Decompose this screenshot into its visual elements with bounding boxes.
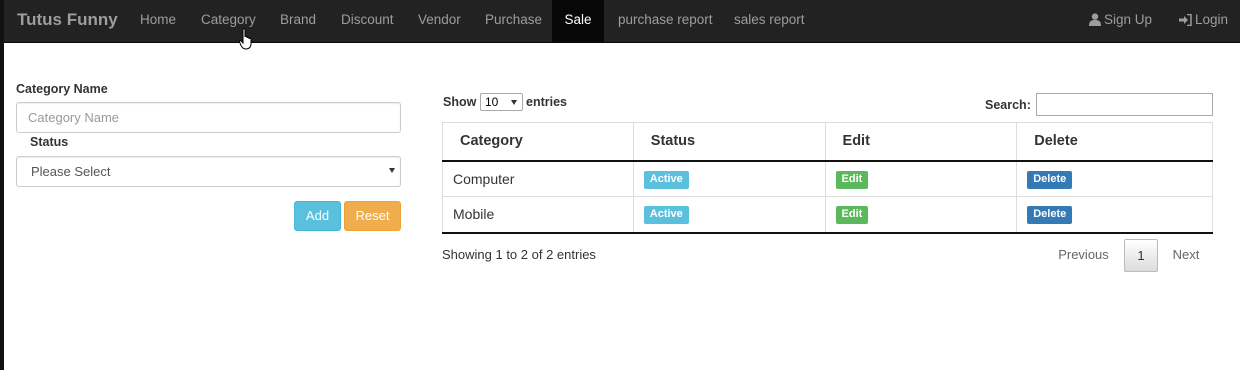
chevron-down-icon [511, 100, 517, 105]
column-header-delete[interactable]: Delete [1016, 122, 1213, 162]
nav-sales-report[interactable]: sales report [734, 0, 805, 42]
pagination-next[interactable]: Next [1163, 239, 1209, 272]
cell-delete: Delete [1016, 160, 1213, 197]
status-select[interactable]: Please Select [16, 156, 401, 187]
edit-button[interactable]: Edit [835, 170, 869, 189]
cell-edit: Edit [824, 196, 1018, 234]
reset-button[interactable]: Reset [344, 201, 401, 231]
nav-brand[interactable]: Brand [280, 0, 316, 42]
table-row: Mobile Active Edit Delete [442, 196, 1213, 234]
cell-category: Computer [442, 160, 634, 197]
nav-vendor[interactable]: Vendor [418, 0, 461, 42]
pagination-previous[interactable]: Previous [1050, 239, 1117, 272]
cell-category: Mobile [442, 196, 634, 234]
signup-label: Sign Up [1104, 12, 1153, 27]
entries-label: entries [526, 95, 567, 109]
delete-button[interactable]: Delete [1027, 170, 1073, 189]
login-icon [1179, 13, 1192, 27]
table-header-row: Category Status Edit Delete [442, 122, 1213, 162]
nav-home[interactable]: Home [140, 0, 176, 42]
hand-cursor-icon [239, 28, 252, 50]
add-button[interactable]: Add [294, 201, 341, 231]
show-label: Show [443, 95, 477, 109]
table-row: Computer Active Edit Delete [442, 160, 1213, 197]
cell-status: Active [632, 196, 826, 234]
search-input[interactable] [1036, 93, 1213, 116]
cell-status: Active [632, 160, 826, 197]
category-name-input[interactable]: Category Name [16, 102, 401, 133]
category-name-label: Category Name [16, 82, 108, 96]
signup-link[interactable]: Sign Up [1089, 0, 1152, 42]
status-selected-value: Please Select [31, 164, 111, 179]
entries-length-value: 10 [485, 95, 499, 109]
cell-edit: Edit [824, 160, 1018, 197]
window-edge [0, 0, 4, 370]
status-label: Status [30, 135, 69, 149]
nav-purchase[interactable]: Purchase [485, 0, 542, 42]
nav-sale[interactable]: Sale [552, 0, 604, 42]
category-name-placeholder: Category Name [28, 110, 120, 125]
pagination-page-1[interactable]: 1 [1124, 239, 1158, 272]
chevron-down-icon [389, 168, 395, 173]
cell-delete: Delete [1016, 196, 1213, 234]
column-header-category[interactable]: Category [442, 122, 634, 162]
top-navbar: Tutus Funny Home Category Brand Discount… [4, 0, 1240, 43]
edit-button[interactable]: Edit [835, 206, 869, 225]
nav-purchase-report[interactable]: purchase report [618, 0, 713, 42]
delete-button[interactable]: Delete [1027, 206, 1073, 225]
status-badge: Active [643, 170, 689, 189]
search-label: Search: [985, 98, 1031, 112]
table-info: Showing 1 to 2 of 2 entries [442, 247, 596, 262]
user-icon [1089, 13, 1101, 26]
nav-discount[interactable]: Discount [341, 0, 394, 42]
login-link[interactable]: Login [1179, 0, 1228, 42]
status-badge: Active [643, 206, 689, 225]
login-label: Login [1195, 12, 1229, 27]
column-header-edit[interactable]: Edit [824, 122, 1018, 162]
entries-length-select[interactable]: 10 [480, 93, 523, 111]
column-header-status[interactable]: Status [632, 122, 826, 162]
brand-logo[interactable]: Tutus Funny [17, 0, 118, 42]
category-table: Category Status Edit Delete Computer Act… [442, 122, 1213, 234]
